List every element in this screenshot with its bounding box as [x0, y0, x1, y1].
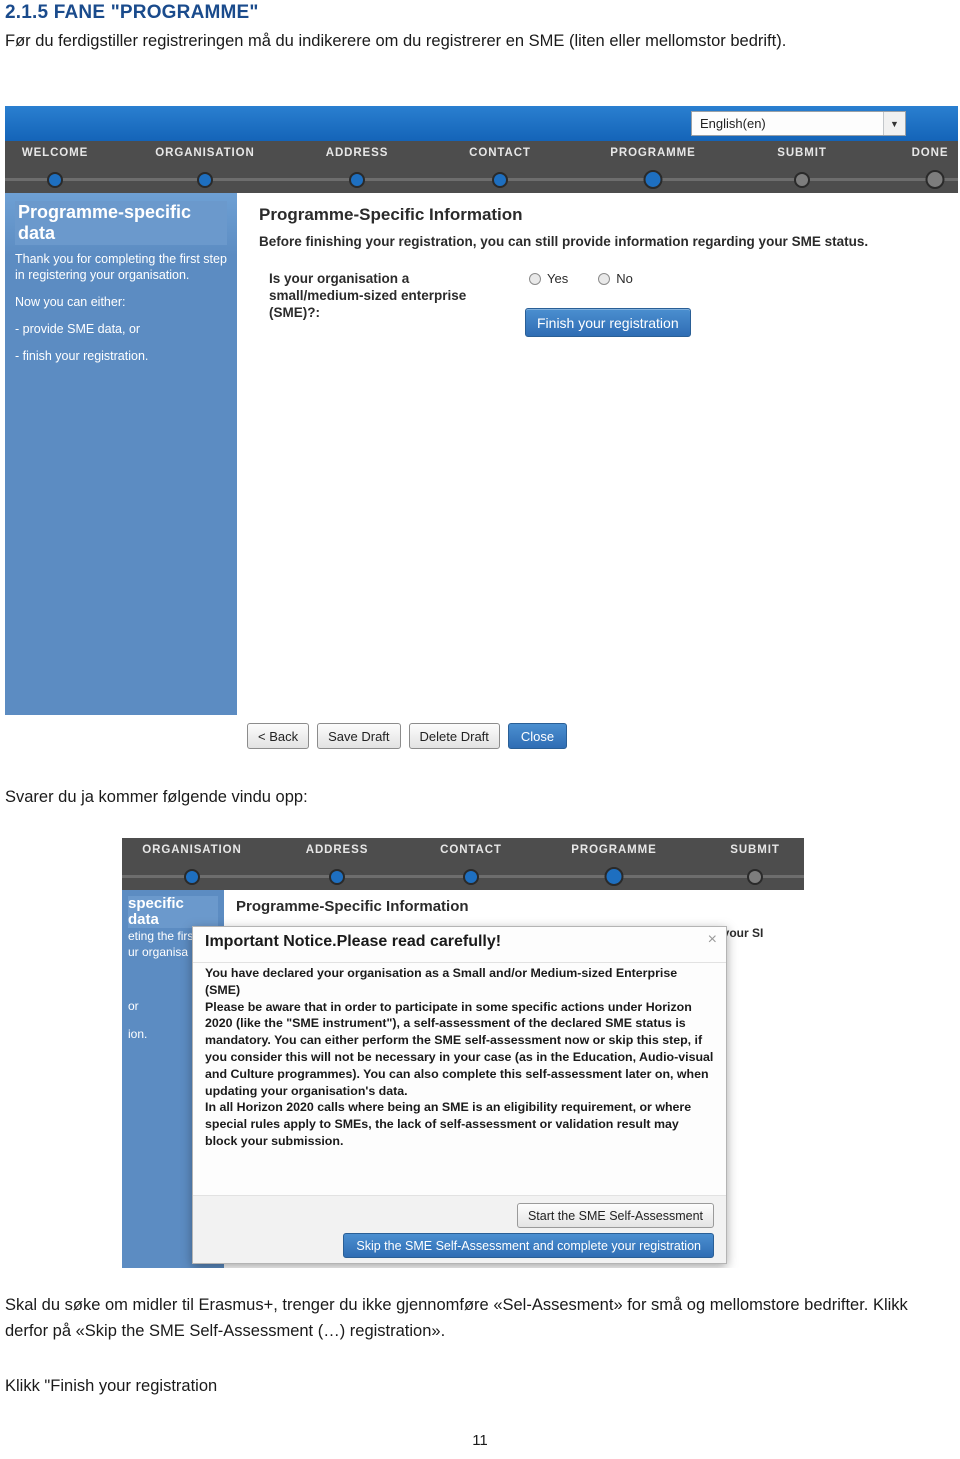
step-address[interactable]: ADDRESS: [326, 147, 389, 159]
language-selector[interactable]: English(en) ▼: [691, 111, 906, 136]
sme-radio-group: Yes No: [529, 271, 633, 286]
step-connector-line: [5, 178, 958, 181]
back-button[interactable]: < Back: [247, 723, 310, 749]
step2-dot-contact[interactable]: [463, 869, 479, 885]
left-panel-line2: Now you can either:: [15, 295, 126, 309]
left-info-panel: Programme-specific data Thank you for co…: [5, 193, 237, 715]
step-dot-submit[interactable]: [794, 172, 810, 188]
screenshot-sme-modal: ORGANISATION ADDRESS CONTACT PROGRAMME S…: [122, 838, 804, 1268]
step-dot-welcome[interactable]: [47, 172, 63, 188]
step-dot-address[interactable]: [349, 172, 365, 188]
modal-paragraph-3: In all Horizon 2020 calls where being an…: [205, 1100, 692, 1148]
language-selector-value: English(en): [700, 116, 766, 131]
document-page: 2.1.5 FANE "PROGRAMME" Før du ferdigstil…: [0, 0, 960, 1459]
modal-header: Important Notice.Please read carefully! …: [193, 927, 726, 963]
step-dot-contact[interactable]: [492, 172, 508, 188]
modal-title-plain: Important Notice.: [205, 933, 337, 950]
left-panel-title: Programme-specific data: [15, 201, 227, 245]
step-dot-done[interactable]: [925, 170, 945, 189]
step-contact[interactable]: CONTACT: [469, 147, 531, 159]
form-title-2: Programme-Specific Information: [236, 898, 469, 915]
chevron-down-icon[interactable]: ▼: [883, 112, 905, 135]
left-panel-2-title: specific data: [128, 896, 218, 928]
wizard-body-2: specific data eting the firs ur organisa…: [122, 890, 804, 1268]
close-icon[interactable]: ×: [708, 932, 717, 948]
modal-footer: Start the SME Self-Assessment Skip the S…: [193, 1195, 726, 1263]
modal-body: You have declared your organisation as a…: [193, 963, 726, 1195]
left-panel-line3: - provide SME data, or: [15, 322, 141, 336]
delete-draft-button[interactable]: Delete Draft: [408, 723, 500, 749]
sme-radio-yes[interactable]: Yes: [529, 271, 568, 286]
form-title: Programme-Specific Information: [259, 205, 523, 224]
step2-dot-organisation[interactable]: [184, 869, 200, 885]
left-panel-line4: - finish your registration.: [15, 349, 149, 363]
step2-dot-programme[interactable]: [604, 867, 624, 886]
step-submit[interactable]: SUBMIT: [777, 147, 826, 159]
page-title: 2.1.5 FANE "PROGRAMME": [5, 2, 259, 23]
step2-dot-address[interactable]: [329, 869, 345, 885]
sme-radio-no[interactable]: No: [598, 271, 633, 286]
form-subtitle: Before finishing your registration, you …: [259, 234, 869, 249]
programme-form-panel: Programme-Specific Information Before fi…: [237, 193, 958, 715]
wizard-step-bar-2: ORGANISATION ADDRESS CONTACT PROGRAMME S…: [122, 838, 804, 890]
page-number: 11: [472, 1432, 488, 1449]
step2-organisation[interactable]: ORGANISATION: [142, 844, 241, 856]
modal-paragraph-1: You have declared your organisation as a…: [205, 966, 678, 997]
wizard-bottom-bar: < Back Save Draft Delete Draft Close: [5, 715, 958, 756]
step2-programme[interactable]: PROGRAMME: [571, 844, 656, 856]
caption-after-second-screenshot: Skal du søke om midler til Erasmus+, tre…: [5, 1296, 908, 1340]
step2-dot-submit[interactable]: [747, 869, 763, 885]
save-draft-button[interactable]: Save Draft: [317, 723, 401, 749]
sme-question-label: Is your organisation a small/medium-size…: [269, 271, 467, 320]
modal-title-underlined: Please read carefully!: [336, 933, 502, 950]
radio-circle-icon[interactable]: [529, 272, 541, 285]
step2-contact[interactable]: CONTACT: [440, 844, 502, 856]
skip-self-assessment-button[interactable]: Skip the SME Self-Assessment and complet…: [343, 1233, 714, 1258]
sme-radio-yes-label: Yes: [547, 271, 569, 286]
step-organisation[interactable]: ORGANISATION: [155, 147, 254, 159]
screenshot-programme-tab: English(en) ▼ WELCOME ORGANISATION ADDRE…: [5, 106, 958, 756]
step-dot-programme[interactable]: [643, 170, 663, 189]
left-panel-line1: Thank you for completing the first step …: [15, 252, 227, 282]
wizard-step-bar: WELCOME ORGANISATION ADDRESS CONTACT PRO…: [5, 141, 958, 193]
close-button[interactable]: Close: [507, 723, 568, 749]
step-dot-organisation[interactable]: [197, 172, 213, 188]
portal-top-bar: English(en) ▼: [5, 106, 958, 141]
caption-final: Klikk "Finish your registration: [5, 1377, 218, 1395]
modal-paragraph-2: Please be aware that in order to partici…: [205, 999, 714, 1098]
start-self-assessment-button[interactable]: Start the SME Self-Assessment: [516, 1203, 714, 1228]
step-welcome[interactable]: WELCOME: [22, 147, 88, 159]
step-programme[interactable]: PROGRAMME: [610, 147, 695, 159]
step2-submit[interactable]: SUBMIT: [730, 844, 779, 856]
finish-registration-button[interactable]: Finish your registration: [525, 308, 691, 337]
sme-radio-no-label: No: [616, 271, 633, 286]
step2-address[interactable]: ADDRESS: [306, 844, 369, 856]
important-notice-modal: Important Notice.Please read carefully! …: [192, 926, 727, 1264]
caption-after-first-screenshot: Svarer du ja kommer følgende vindu opp:: [5, 788, 308, 806]
wizard-actions: < Back Save Draft Delete Draft Close: [247, 723, 568, 749]
intro-paragraph: Før du ferdigstiller registreringen må d…: [5, 32, 787, 50]
step-done[interactable]: DONE: [912, 147, 949, 159]
radio-circle-icon[interactable]: [598, 272, 611, 285]
